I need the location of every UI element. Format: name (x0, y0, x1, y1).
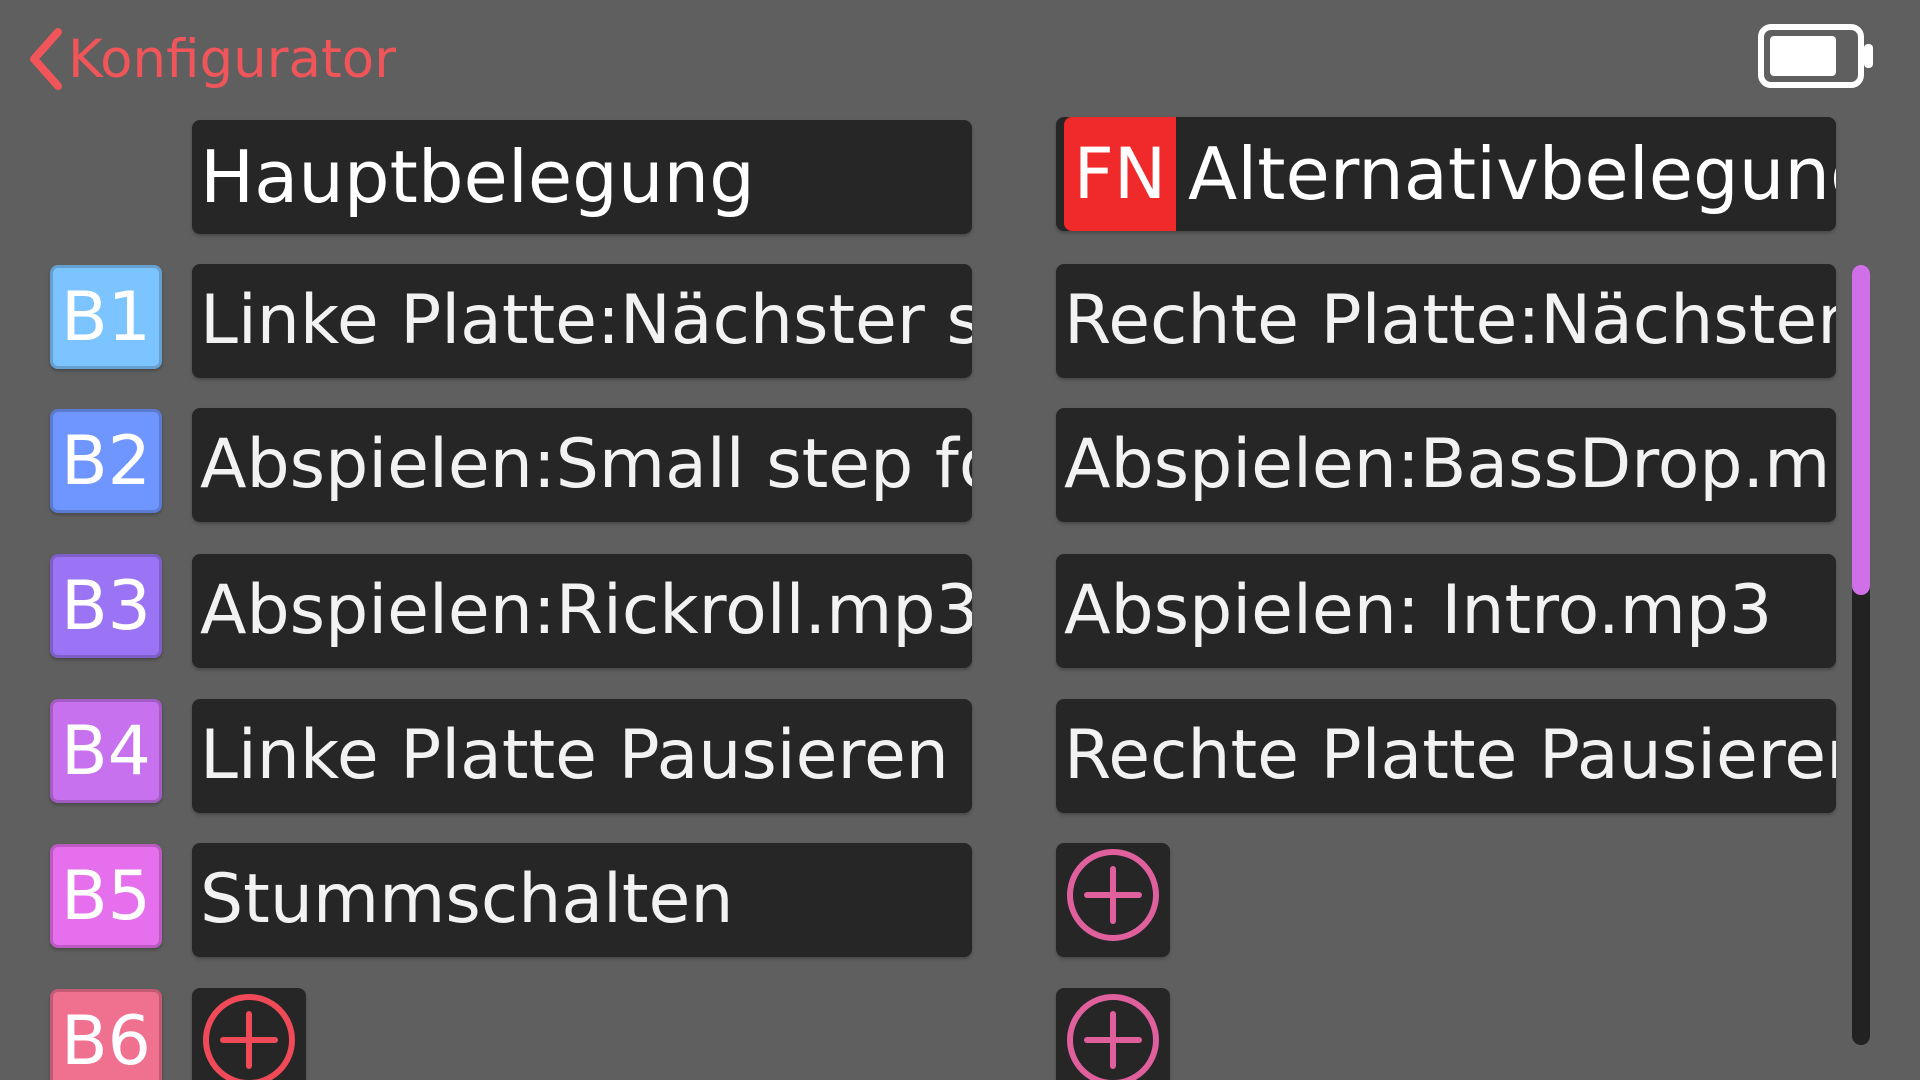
alternative-assignment-title: Alternativbelegung (1188, 132, 1836, 216)
main-assignment-b5[interactable]: Stummschalten (192, 843, 972, 957)
button-badge-label: B1 (61, 277, 151, 357)
main-assignment-text: Abspielen:Small step for .. (200, 425, 972, 504)
battery-icon (1758, 24, 1876, 88)
plus-circle-icon (1065, 847, 1161, 954)
button-badge-b3[interactable]: B3 (50, 554, 162, 658)
main-assignment-title: Hauptbelegung (200, 135, 755, 219)
main-assignment-text: Stummschalten (200, 860, 734, 939)
main-assignment-b2[interactable]: Abspielen:Small step for .. (192, 408, 972, 522)
button-badge-b1[interactable]: B1 (50, 265, 162, 369)
plus-circle-icon (1065, 992, 1161, 1080)
fn-badge: FN (1064, 117, 1176, 231)
button-badge-b5[interactable]: B5 (50, 844, 162, 948)
alt-assignment-b1[interactable]: Rechte Platte:Nächster s.. (1056, 264, 1836, 378)
back-label: Konfigurator (68, 28, 397, 90)
add-alt-assignment-b5-button[interactable] (1056, 843, 1170, 957)
vertical-scrollbar[interactable] (1852, 265, 1870, 1045)
main-assignment-b3[interactable]: Abspielen:Rickroll.mp3 (192, 554, 972, 668)
plus-circle-icon (201, 992, 297, 1080)
alt-assignment-text: Rechte Platte Pausieren (1064, 716, 1836, 795)
button-badge-label: B3 (61, 566, 151, 646)
alt-assignment-text: Abspielen:BassDrop.mp3 (1064, 425, 1836, 504)
alt-assignment-text: Abspielen: Intro.mp3 (1064, 571, 1773, 650)
alt-assignment-b2[interactable]: Abspielen:BassDrop.mp3 (1056, 408, 1836, 522)
main-assignment-header: Hauptbelegung (192, 120, 972, 234)
main-assignment-text: Linke Platte Pausieren (200, 716, 949, 795)
add-alt-assignment-b6-button[interactable] (1056, 988, 1170, 1080)
alt-assignment-text: Rechte Platte:Nächster s.. (1064, 281, 1836, 360)
main-assignment-text: Linke Platte:Nächster son. (200, 281, 972, 360)
scrollbar-thumb[interactable] (1852, 265, 1870, 595)
button-badge-label: B6 (61, 1001, 151, 1080)
button-badge-label: B4 (61, 711, 151, 791)
alt-assignment-b4[interactable]: Rechte Platte Pausieren (1056, 699, 1836, 813)
button-badge-b2[interactable]: B2 (50, 409, 162, 513)
alternative-assignment-header: FN Alternativbelegung (1056, 117, 1836, 231)
main-assignment-text: Abspielen:Rickroll.mp3 (200, 571, 972, 650)
alt-assignment-b3[interactable]: Abspielen: Intro.mp3 (1056, 554, 1836, 668)
button-badge-b6[interactable]: B6 (50, 989, 162, 1080)
configurator-screen: Konfigurator Hauptbelegung FN Alternativ… (0, 0, 1920, 1080)
add-main-assignment-b6-button[interactable] (192, 988, 306, 1080)
main-assignment-b4[interactable]: Linke Platte Pausieren (192, 699, 972, 813)
button-badge-b4[interactable]: B4 (50, 699, 162, 803)
main-assignment-b1[interactable]: Linke Platte:Nächster son. (192, 264, 972, 378)
button-badge-label: B2 (61, 421, 151, 501)
button-badge-label: B5 (61, 856, 151, 936)
chevron-left-icon (28, 28, 64, 90)
back-button[interactable]: Konfigurator (28, 24, 396, 94)
